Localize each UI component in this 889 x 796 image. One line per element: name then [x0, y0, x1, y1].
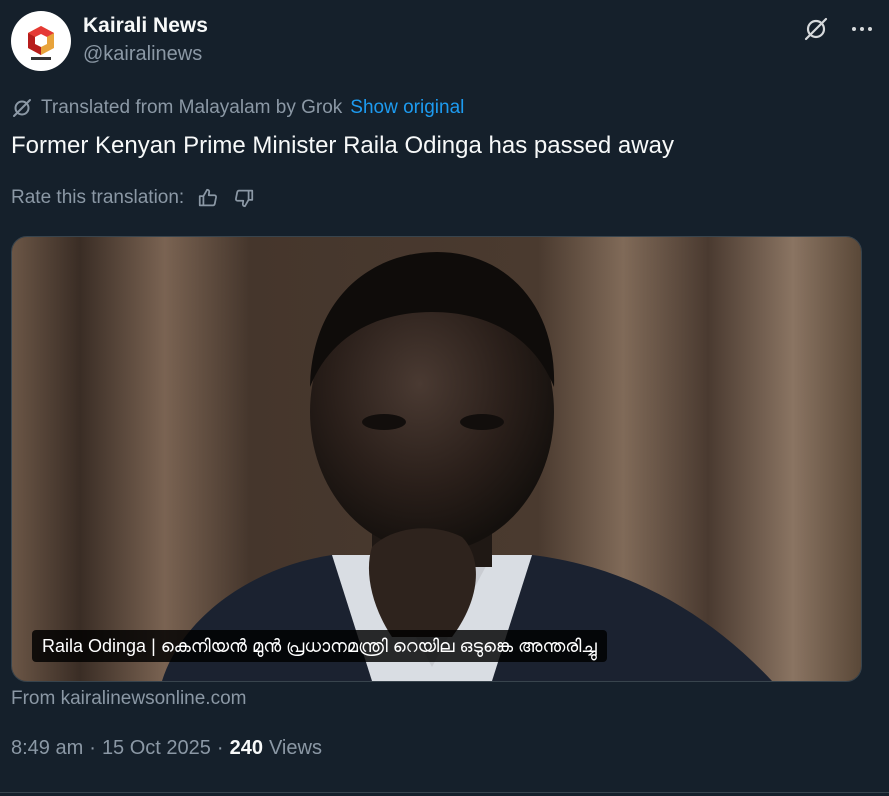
thumbs-down-icon[interactable] [232, 186, 256, 210]
translation-notice: Translated from Malayalam by Grok Show o… [11, 97, 464, 119]
more-icon[interactable] [846, 13, 878, 45]
separator: · [216, 737, 224, 759]
tweet-date[interactable]: 15 Oct 2025 [102, 737, 211, 760]
author-names: Kairali News @kairalinews [83, 13, 208, 69]
thumbs-up-icon[interactable] [196, 186, 220, 210]
card-source-link[interactable]: From kairalinewsonline.com [11, 688, 246, 710]
grok-icon [13, 99, 31, 117]
separator: · [89, 737, 96, 759]
show-original-link[interactable]: Show original [350, 97, 464, 119]
display-name[interactable]: Kairali News [83, 13, 208, 39]
rate-translation: Rate this translation: [11, 186, 256, 210]
tweet-text: Former Kenyan Prime Minister Raila Oding… [11, 132, 674, 159]
link-card[interactable]: Raila Odinga | കെനിയൻ മുൻ പ്രധാനമന്ത്രി … [11, 236, 862, 682]
kairali-logo-icon [28, 26, 54, 60]
translation-notice-text: Translated from Malayalam by Grok [41, 97, 343, 118]
rate-translation-label: Rate this translation: [11, 187, 185, 208]
card-image [12, 237, 861, 681]
tweet-meta: 8:49 am · 15 Oct 2025 · 240 Views [11, 737, 322, 760]
avatar[interactable] [11, 11, 71, 71]
grok-icon[interactable] [800, 13, 832, 45]
top-actions [800, 13, 878, 45]
views-label: Views [268, 737, 322, 759]
card-caption: Raila Odinga | കെനിയൻ മുൻ പ്രധാനമന്ത്രി … [32, 630, 607, 662]
divider [0, 792, 889, 793]
views-count: 240 [229, 737, 263, 759]
tweet-time[interactable]: 8:49 am [11, 737, 83, 760]
user-handle[interactable]: @kairalinews [83, 39, 208, 69]
tweet-header: Kairali News @kairalinews [11, 11, 878, 71]
